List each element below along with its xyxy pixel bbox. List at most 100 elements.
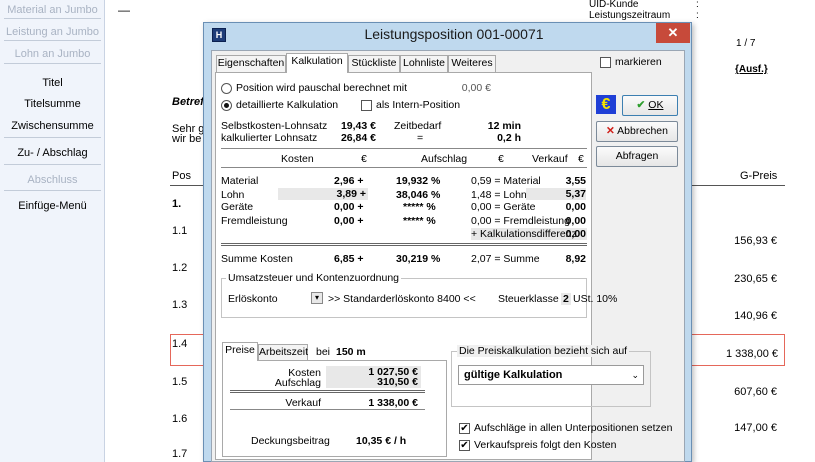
column-header-pos: Pos [172, 170, 191, 182]
sidebar-divider [4, 40, 101, 41]
double-divider [230, 390, 425, 393]
sidebar-item-leistung-an-jumbo[interactable]: Leistung an Jumbo [0, 26, 105, 38]
dialog-title: Leistungsposition 001-00071 [364, 26, 544, 42]
ok-button[interactable]: ✔ OK [622, 95, 678, 116]
dialog-titlebar[interactable]: H Leistungsposition 001-00071 ✕ [204, 23, 691, 47]
summe-kosten: 6,85 + [334, 253, 364, 265]
table-row-price: 147,00 € [734, 422, 777, 434]
divider [221, 148, 587, 149]
abbrechen-button[interactable]: ✕ Abbrechen [596, 121, 678, 142]
tab-kalkulation[interactable]: Kalkulation [286, 53, 348, 73]
tab-stueckliste[interactable]: Stückliste [348, 55, 400, 72]
hours-value: 0,2 h [497, 132, 521, 144]
sidebar-item-einfuege-menue[interactable]: Einfüge-Menü [0, 200, 105, 212]
app-icon: H [212, 28, 226, 42]
intern-checkbox[interactable] [361, 100, 372, 111]
dash-mark: — [118, 3, 130, 17]
preiskalk-title: Die Preiskalkulation bezieht sich auf [457, 345, 630, 357]
header-kosten: Kosten [281, 153, 314, 165]
chevron-down-icon: ⌄ [631, 370, 639, 380]
sidebar-divider [4, 18, 101, 19]
ust-group-title: Umsatzsteuer und Kontenzuordnung [226, 272, 402, 284]
cost-row-label: Geräte [221, 201, 254, 213]
sidebar-divider [4, 137, 101, 138]
header-period-label: Leistungszeitraum [589, 10, 671, 21]
table-row-pos: 1.7 [172, 448, 188, 460]
cost-row-aufschlag[interactable]: ***** % [403, 201, 436, 213]
table-row-pos: 1.3 [172, 299, 188, 311]
cost-row-eur: 0,59 = Material [471, 175, 541, 187]
zeitbedarf-value[interactable]: 12 min [461, 120, 521, 132]
verkaufspreis-label: Verkaufspreis folgt den Kosten [474, 439, 617, 451]
verkaufspreis-checkbox[interactable]: ✔ [459, 440, 470, 451]
cost-row-verkauf: 0,00 [565, 201, 586, 213]
table-row-price: 607,60 € [734, 386, 777, 398]
detailliert-radio[interactable] [221, 100, 232, 111]
sidebar-item-zu-abschlag[interactable]: Zu- / Abschlag [0, 147, 105, 159]
preise-verkauf-value[interactable]: 1 338,00 € [326, 397, 421, 409]
tab-eigenschaften[interactable]: Eigenschaften [216, 55, 286, 72]
header-aufschlag: Aufschlag [421, 153, 468, 165]
preise-verkauf-label: Verkauf [285, 397, 321, 409]
cost-row-verkauf: 0,00 [565, 215, 586, 227]
table-row-price: 1 338,00 € [726, 348, 778, 360]
summe-aufschlag[interactable]: 30,219 % [396, 253, 440, 265]
cost-row-aufschlag[interactable]: ***** % [403, 215, 436, 227]
sidebar-item-abschluss[interactable]: Abschluss [0, 174, 105, 186]
abbrechen-label: Abbrechen [617, 125, 668, 137]
subtab-preise[interactable]: Preise [222, 342, 258, 361]
tab-lohnliste[interactable]: Lohnliste [400, 55, 448, 72]
column-header-gpreis: G-Preis [740, 170, 778, 182]
header-uid-label: UID-Kunde [589, 0, 639, 10]
table-row-pos: 1.2 [172, 262, 188, 274]
cost-row-eur: 0,00 = Geräte [471, 201, 536, 213]
cost-row-kosten[interactable]: 0,00 + [334, 201, 364, 213]
equals-sign: = [417, 132, 424, 144]
header-verkauf: Verkauf [532, 153, 568, 165]
markieren-checkbox[interactable] [600, 57, 611, 68]
sidebar-item-material-an-jumbo[interactable]: Material an Jumbo [0, 4, 105, 16]
table-row-pos: 1.4 [172, 338, 188, 350]
steuerklasse-value[interactable]: 2 [561, 293, 571, 305]
sidebar-item-lohn-an-jumbo[interactable]: Lohn an Jumbo [0, 48, 105, 60]
bei-value: 150 m [336, 346, 366, 358]
greeting-line: wir be [172, 133, 202, 145]
subtab-arbeitszeit[interactable]: Arbeitszeit [258, 344, 308, 361]
tab-weiteres[interactable]: Weiteres [448, 55, 496, 72]
cost-row-kosten[interactable]: 2,96 + [334, 175, 364, 187]
kalk-lohnsatz-value[interactable]: 26,84 € [326, 132, 376, 144]
leistungsposition-dialog: H Leistungsposition 001-00071 ✕ Eigensch… [203, 22, 692, 462]
summe-eur: 2,07 = Summe [471, 253, 540, 265]
preise-aufschlag-label: Aufschlag [274, 377, 321, 389]
aufschlaege-checkbox[interactable]: ✔ [459, 423, 470, 434]
steuerklasse-label: Steuerklasse [498, 293, 559, 305]
ausf-field: {Ausf.} [735, 64, 768, 75]
deckung-value: 10,35 € / h [356, 435, 407, 447]
cost-row-verkauf: 3,55 [565, 175, 586, 187]
markieren-label: markieren [615, 56, 662, 68]
summe-verkauf[interactable]: 8,92 [546, 253, 586, 265]
cost-row-kosten[interactable]: 0,00 + [334, 215, 364, 227]
euro-icon[interactable]: € [596, 95, 616, 114]
bei-label: bei [316, 346, 331, 358]
erloeskonto-dropdown-icon[interactable]: ▾ [311, 292, 323, 304]
cost-row-kosten[interactable]: 3,89 + [278, 188, 368, 200]
cost-row-eur: 1,48 = Lohn [471, 189, 527, 201]
abfragen-button[interactable]: Abfragen [596, 146, 678, 167]
close-button[interactable]: ✕ [656, 23, 690, 43]
sidebar-item-titelsumme[interactable]: Titelsumme [0, 98, 105, 110]
preiskalk-dropdown[interactable]: gültige Kalkulation ⌄ [458, 365, 644, 385]
pauschal-radio[interactable] [221, 83, 232, 94]
pauschal-value[interactable]: 0,00 € [431, 82, 491, 94]
intern-label: als Intern-Position [376, 99, 461, 111]
cost-row-aufschlag[interactable]: 19,932 % [396, 175, 440, 187]
sidebar-item-zwischensumme[interactable]: Zwischensumme [0, 120, 105, 132]
header-colon: : [696, 10, 699, 21]
sidebar-divider [4, 63, 101, 64]
pauschal-label: Position wird pauschal berechnet mit [236, 82, 408, 94]
erloeskonto-value[interactable]: >> Standarderlöskonto 8400 << [328, 293, 476, 305]
cost-row-label: Lohn [221, 189, 245, 201]
header-colon: : [696, 0, 699, 10]
cost-row-aufschlag[interactable]: 38,046 % [396, 189, 440, 201]
sidebar-item-titel[interactable]: Titel [0, 77, 105, 89]
